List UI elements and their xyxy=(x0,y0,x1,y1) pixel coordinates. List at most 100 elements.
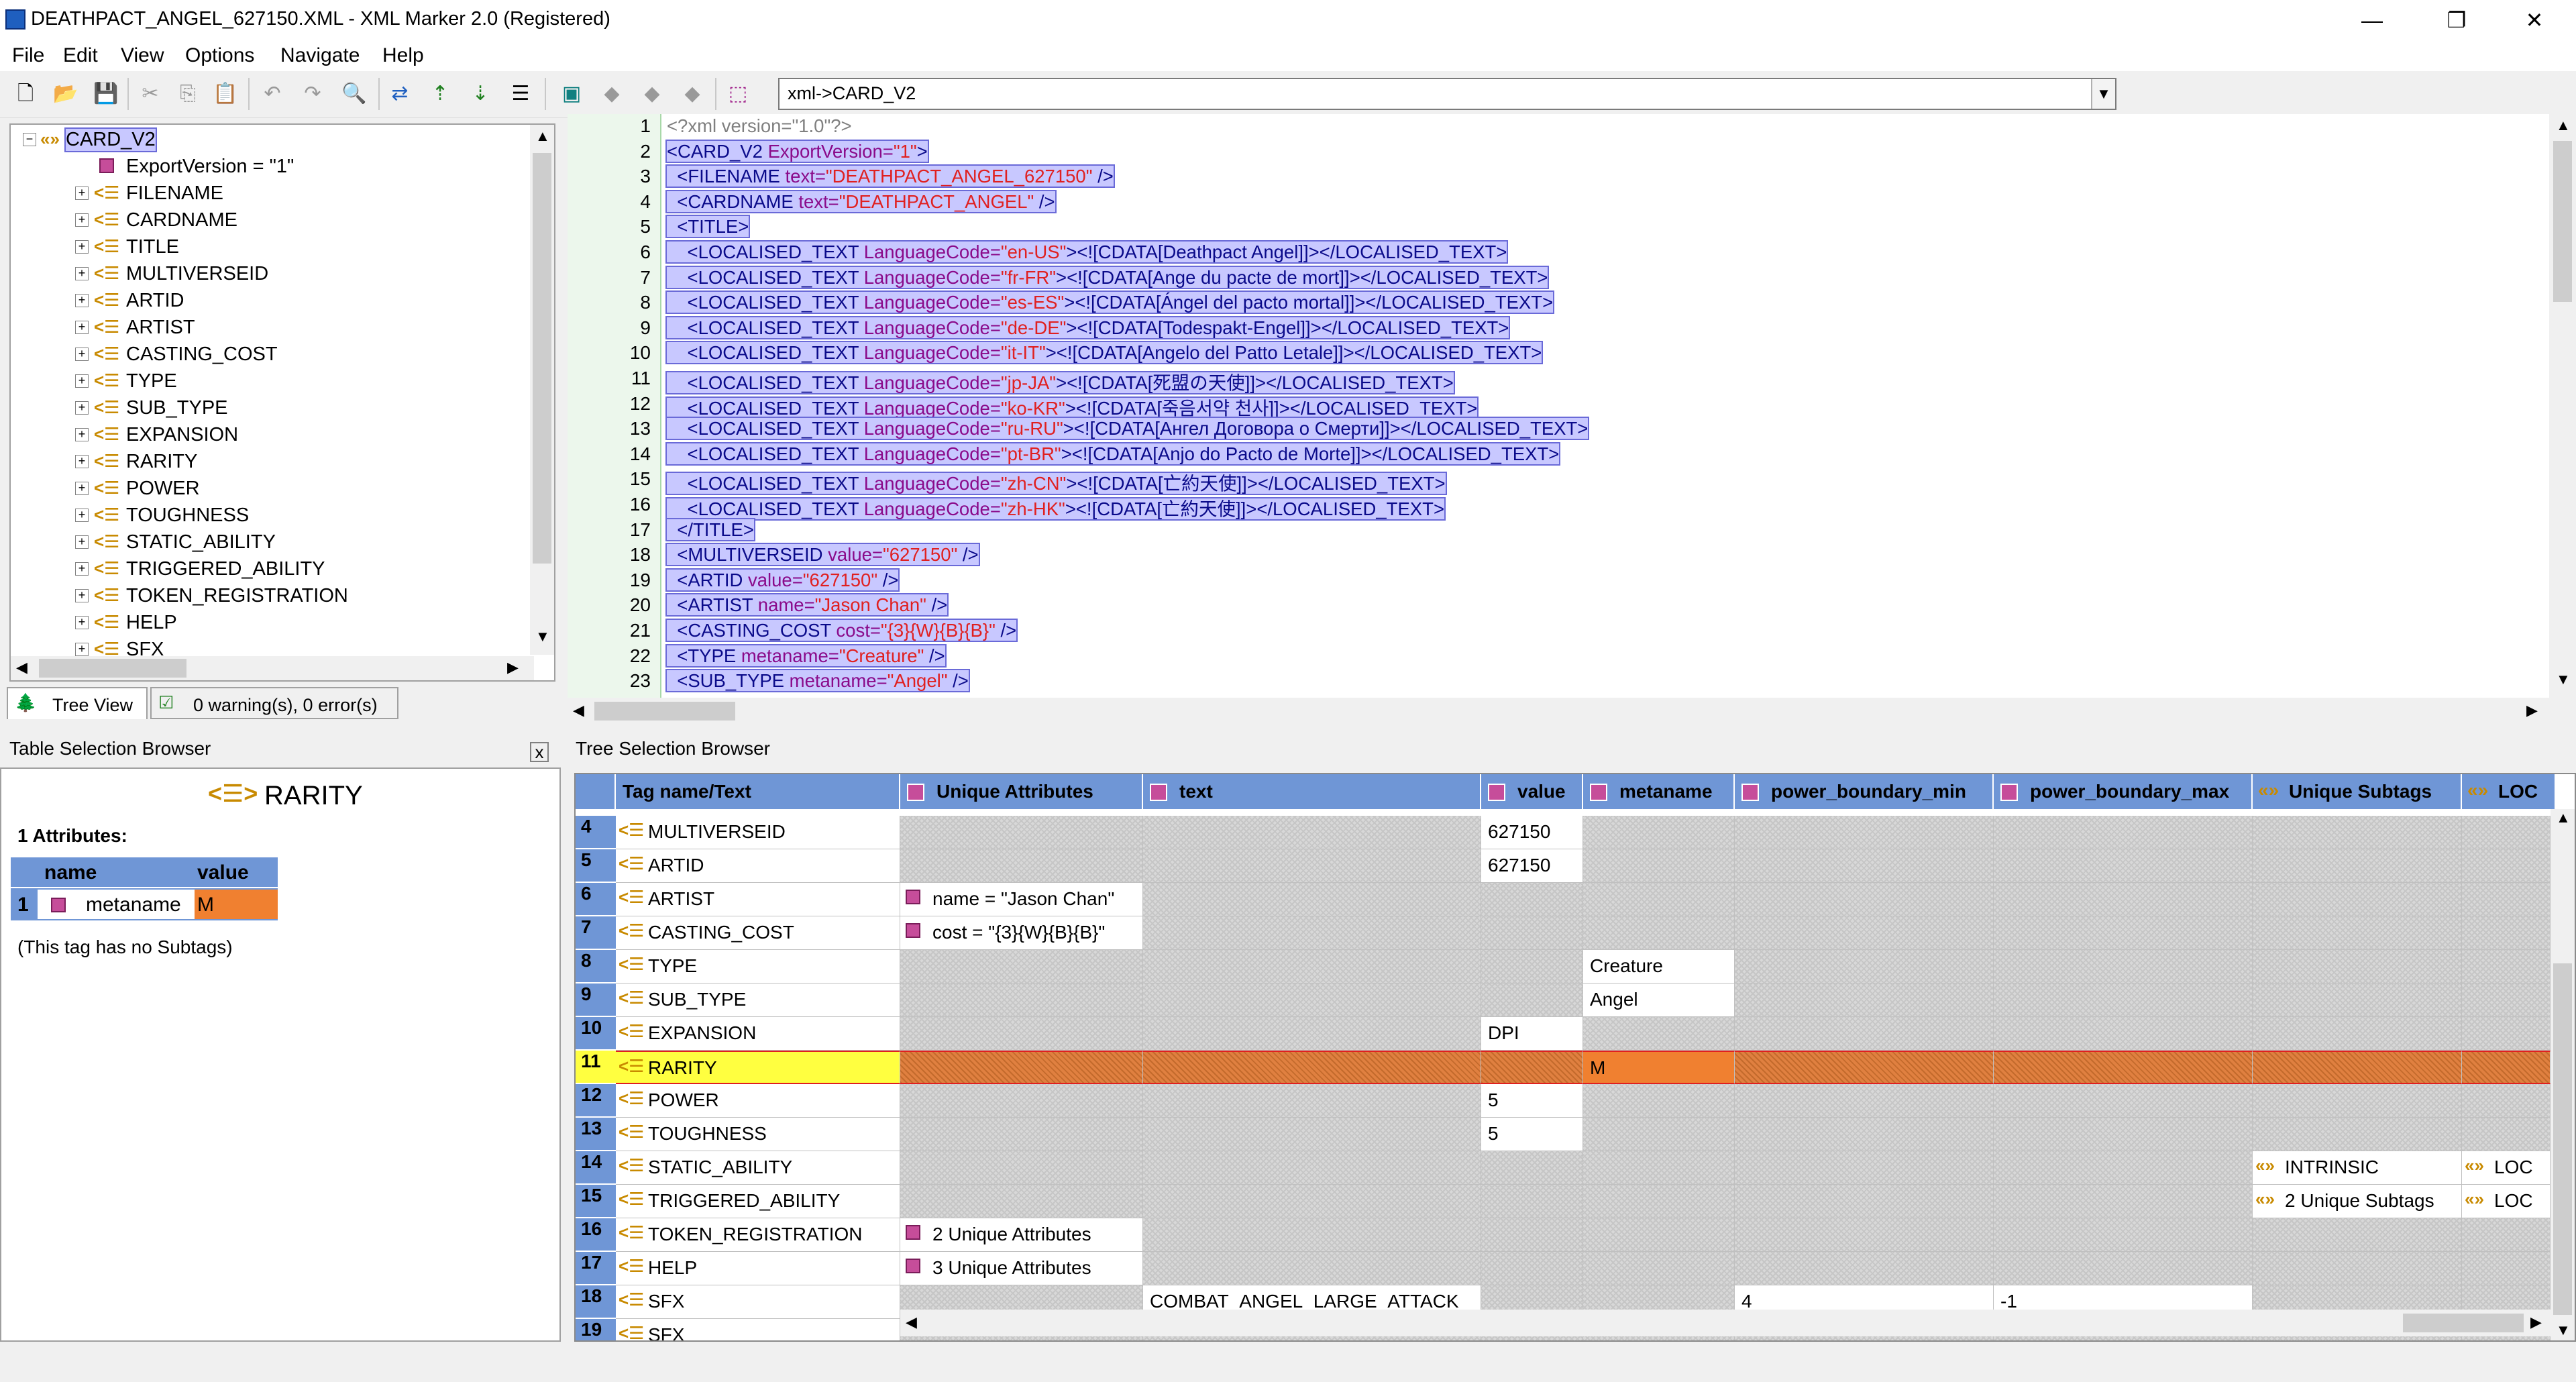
expand-icon[interactable]: + xyxy=(75,187,89,200)
row-number[interactable]: 5 xyxy=(576,849,616,883)
close-button[interactable]: ✕ xyxy=(2514,5,2555,35)
col-header-value[interactable]: value xyxy=(1481,774,1583,809)
grid-cell-ua[interactable] xyxy=(900,1051,1143,1084)
grid-cell-us[interactable] xyxy=(2253,1118,2462,1151)
grid-cell-pmax[interactable] xyxy=(1994,1252,2253,1285)
grid-cell-tag[interactable]: <☰ ARTIST xyxy=(616,883,900,916)
expand-icon[interactable]: + xyxy=(75,213,89,227)
col-header-power-boundary-max[interactable]: power_boundary_max xyxy=(1994,774,2253,809)
chevron-down-icon[interactable]: ▼ xyxy=(2091,79,2115,109)
grid-cell-us[interactable]: «» INTRINSIC xyxy=(2253,1151,2462,1185)
grid-cell-pmax[interactable] xyxy=(1994,1151,2253,1185)
nav-back-icon[interactable]: ◆ xyxy=(596,78,628,110)
scroll-up-icon[interactable]: ▲ xyxy=(2556,117,2571,134)
grid-cell-pmax[interactable] xyxy=(1994,1218,2253,1252)
move-up-icon[interactable]: ⇡ xyxy=(424,78,456,110)
editor-horizontal-scrollbar[interactable]: ◀ ▶ xyxy=(568,698,2576,725)
scroll-up-icon[interactable]: ▲ xyxy=(535,127,550,145)
grid-cell-loc[interactable] xyxy=(2462,1118,2551,1151)
scroll-down-icon[interactable]: ▼ xyxy=(535,628,550,645)
redo-icon[interactable]: ↷ xyxy=(297,78,329,110)
code-line[interactable]: </TITLE> xyxy=(665,517,755,545)
grid-cell-loc[interactable] xyxy=(2462,1252,2551,1285)
new-file-icon[interactable]: 🗋 xyxy=(9,78,42,110)
grid-cell-text[interactable] xyxy=(1143,1051,1481,1084)
row-number[interactable]: 12 xyxy=(576,1084,616,1118)
grid-cell-us[interactable] xyxy=(2253,1084,2462,1118)
row-number[interactable]: 11 xyxy=(576,1051,616,1084)
code-line[interactable]: <SUB_TYPE metaname="Angel" /> xyxy=(665,669,970,696)
grid-cell-loc[interactable] xyxy=(2462,1084,2551,1118)
code-line[interactable]: <CARD_V2 ExportVersion="1"> xyxy=(665,139,929,166)
grid-cell-loc[interactable] xyxy=(2462,950,2551,984)
grid-cell-value[interactable]: 5 xyxy=(1481,1118,1583,1151)
expand-icon[interactable]: + xyxy=(75,589,89,602)
grid-cell-tag[interactable]: <☰ STATIC_ABILITY xyxy=(616,1151,900,1185)
grid-cell-tag[interactable]: <☰ SFX xyxy=(616,1319,900,1340)
scroll-thumb[interactable] xyxy=(2403,1314,2524,1332)
tree-selection-grid[interactable]: Tag name/Text Unique Attributes text val… xyxy=(574,773,2576,1342)
grid-cell-metaname[interactable] xyxy=(1583,883,1735,916)
nav-fwd-icon[interactable]: ◆ xyxy=(636,78,668,110)
grid-cell-value[interactable] xyxy=(1481,916,1583,950)
code-line[interactable]: <?xml version="1.0"?> xyxy=(667,115,852,141)
grid-cell-loc[interactable]: «» LOC xyxy=(2462,1151,2551,1185)
grid-cell-value[interactable] xyxy=(1481,1151,1583,1185)
grid-cell-pmin[interactable] xyxy=(1735,984,1994,1017)
code-line[interactable]: <LOCALISED_TEXT LanguageCode="zh-CN"><![… xyxy=(665,468,1447,496)
grid-cell-pmax[interactable] xyxy=(1994,849,2253,883)
grid-vertical-scrollbar[interactable]: ▲ ▼ xyxy=(2551,809,2575,1340)
save-icon[interactable]: 💾 xyxy=(90,78,122,110)
grid-cell-tag[interactable]: <☰ TOUGHNESS xyxy=(616,1118,900,1151)
scroll-thumb[interactable] xyxy=(2553,963,2572,1315)
expand-icon[interactable]: + xyxy=(75,428,89,441)
tab-tree-view[interactable]: 🌲 Tree View xyxy=(7,687,148,719)
paste-icon[interactable]: 📋 xyxy=(209,78,241,110)
code-line[interactable]: <ARTID value="627150" /> xyxy=(665,568,900,595)
expand-icon[interactable]: + xyxy=(75,240,89,254)
grid-cell-pmin[interactable] xyxy=(1735,1017,1994,1051)
scroll-thumb[interactable] xyxy=(2553,141,2572,302)
grid-cell-metaname[interactable] xyxy=(1583,816,1735,849)
grid-cell-ua[interactable] xyxy=(900,950,1143,984)
expand-icon[interactable]: + xyxy=(75,455,89,468)
grid-cell-value[interactable]: 5 xyxy=(1481,1084,1583,1118)
grid-cell-us[interactable]: «» 2 Unique Subtags xyxy=(2253,1185,2462,1218)
code-line[interactable]: <ARTIST name="Jason Chan" /> xyxy=(665,593,949,620)
grid-cell-pmin[interactable] xyxy=(1735,1218,1994,1252)
menu-options[interactable]: Options xyxy=(185,44,254,67)
nav-down-icon[interactable]: ◆ xyxy=(676,78,708,110)
grid-cell-us[interactable] xyxy=(2253,816,2462,849)
grid-cell-pmin[interactable] xyxy=(1735,916,1994,950)
scroll-right-icon[interactable]: ▶ xyxy=(507,659,519,676)
grid-cell-ua[interactable] xyxy=(900,1185,1143,1218)
frame-icon[interactable]: ▣ xyxy=(555,78,588,110)
grid-cell-loc[interactable] xyxy=(2462,1051,2551,1084)
menu-help[interactable]: Help xyxy=(382,44,424,67)
grid-cell-pmin[interactable] xyxy=(1735,1051,1994,1084)
grid-cell-tag[interactable]: <☰ SFX xyxy=(616,1285,900,1319)
grid-cell-value[interactable]: 627150 xyxy=(1481,849,1583,883)
grid-cell-ua[interactable] xyxy=(900,1084,1143,1118)
grid-cell-value[interactable] xyxy=(1481,950,1583,984)
code-line[interactable]: <LOCALISED_TEXT LanguageCode="jp-JA"><![… xyxy=(665,368,1455,394)
minimize-button[interactable]: — xyxy=(2352,5,2392,35)
row-number[interactable]: 10 xyxy=(576,1017,616,1051)
open-folder-icon[interactable]: 📂 xyxy=(50,78,82,110)
grid-cell-value[interactable]: 627150 xyxy=(1481,816,1583,849)
grid-cell-ua[interactable]: 2 Unique Attributes xyxy=(900,1218,1143,1252)
grid-cell-value[interactable] xyxy=(1481,1185,1583,1218)
grid-cell-metaname[interactable] xyxy=(1583,1017,1735,1051)
grid-cell-text[interactable] xyxy=(1143,984,1481,1017)
cut-icon[interactable]: ✂ xyxy=(134,78,166,110)
grid-cell-pmax[interactable] xyxy=(1994,883,2253,916)
grid-cell-metaname[interactable] xyxy=(1583,1252,1735,1285)
grid-cell-pmax[interactable] xyxy=(1994,950,2253,984)
xpath-combobox[interactable]: xml->CARD_V2 ▼ xyxy=(778,78,2116,110)
code-line[interactable]: <CARDNAME text="DEATHPACT_ANGEL" /> xyxy=(665,189,1057,217)
find-icon[interactable]: 🔍 xyxy=(338,78,370,110)
grid-cell-pmax[interactable] xyxy=(1994,916,2253,950)
grid-cell-text[interactable] xyxy=(1143,1252,1481,1285)
grid-cell-metaname[interactable] xyxy=(1583,1218,1735,1252)
grid-cell-loc[interactable] xyxy=(2462,1218,2551,1252)
